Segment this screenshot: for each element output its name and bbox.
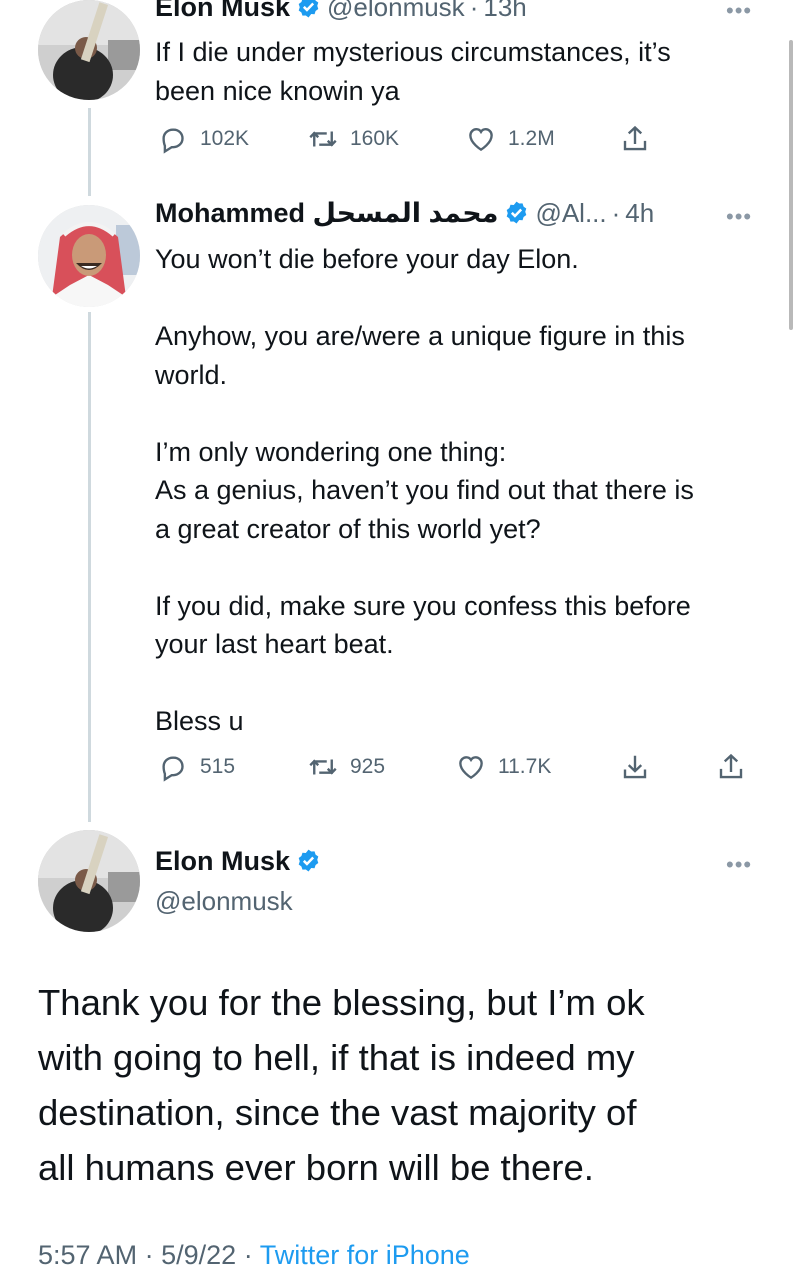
separator-dot: · <box>243 1240 253 1270</box>
separator-dot: · <box>144 1240 154 1270</box>
retweet-icon <box>309 131 337 147</box>
share-icon <box>719 753 743 779</box>
main-tweet-text: Thank you for the blessing, but I’m ok w… <box>38 982 645 1188</box>
main-tweet-author: Elon Musk <box>155 846 327 877</box>
tweet2-header: Mohammed محمد المسحل @Al... · 4h <box>155 198 654 232</box>
separator-dot: · <box>611 198 621 228</box>
tweet1-handle[interactable]: @elonmusk <box>327 0 465 22</box>
tweet1-header: Elon Musk @elonmusk · 13h <box>155 0 527 26</box>
share-button[interactable] <box>620 124 650 154</box>
main-author-name[interactable]: Elon Musk <box>155 846 290 876</box>
thread-line-1 <box>88 108 91 196</box>
share-button[interactable] <box>716 752 746 782</box>
avatar-image <box>38 205 140 307</box>
like-button[interactable]: 11.7K <box>456 752 551 782</box>
tweet2-text: You won’t die before your day Elon. Anyh… <box>155 244 694 736</box>
share-icon <box>623 125 647 151</box>
tweet2-timestamp[interactable]: 4h <box>625 198 654 228</box>
retweet-button[interactable]: 925 <box>308 752 385 782</box>
verified-badge-icon <box>507 201 527 224</box>
verified-badge-icon <box>298 0 319 18</box>
retweet-button[interactable]: 160K <box>308 124 399 154</box>
tweet1-author-name[interactable]: Elon Musk <box>155 0 290 22</box>
scrollbar[interactable] <box>789 40 793 330</box>
avatar-elon-2[interactable] <box>38 830 140 932</box>
tweet2-author-name[interactable]: Mohammed محمد المسحل <box>155 198 498 228</box>
avatar-elon-1[interactable] <box>38 0 140 100</box>
retweet-count: 160K <box>350 127 400 150</box>
retweet-icon <box>309 759 337 775</box>
tweet-time[interactable]: 5:57 AM <box>38 1240 137 1270</box>
more-options-icon[interactable]: ••• <box>726 204 752 230</box>
reply-count: 102K <box>200 127 250 150</box>
more-options-icon[interactable]: ••• <box>726 852 752 878</box>
reply-button[interactable]: 515 <box>158 752 235 782</box>
avatar-mohammed[interactable] <box>38 205 140 307</box>
like-button[interactable]: 1.2M <box>466 124 555 154</box>
tweet-meta: 5:57 AM · 5/9/22 · Twitter for iPhone <box>38 1240 470 1271</box>
avatar-image <box>38 0 140 100</box>
like-count: 1.2M <box>508 127 555 150</box>
reply-button[interactable]: 102K <box>158 124 249 154</box>
thread-line-2 <box>88 312 91 822</box>
verified-badge-icon <box>298 849 319 872</box>
tweet1-timestamp[interactable]: 13h <box>483 0 526 22</box>
tweet-source-link[interactable]: Twitter for iPhone <box>260 1240 470 1270</box>
heart-icon <box>469 128 493 152</box>
avatar-image <box>38 830 140 932</box>
reply-icon <box>162 128 184 154</box>
main-author-handle[interactable]: @elonmusk <box>155 886 293 917</box>
bookmark-download-button[interactable] <box>620 752 650 782</box>
tweet1-text: If I die under mysterious circumstances,… <box>155 37 671 106</box>
tweet-date[interactable]: 5/9/22 <box>161 1240 236 1270</box>
heart-icon <box>459 756 483 780</box>
retweet-count: 925 <box>350 755 386 778</box>
reply-count: 515 <box>200 755 236 778</box>
download-icon <box>623 755 647 779</box>
separator-dot: · <box>469 0 479 22</box>
like-count: 11.7K <box>498 755 552 778</box>
reply-icon <box>162 756 184 782</box>
more-options-icon[interactable]: ••• <box>726 0 752 24</box>
tweet2-handle[interactable]: @Al... <box>535 198 606 228</box>
